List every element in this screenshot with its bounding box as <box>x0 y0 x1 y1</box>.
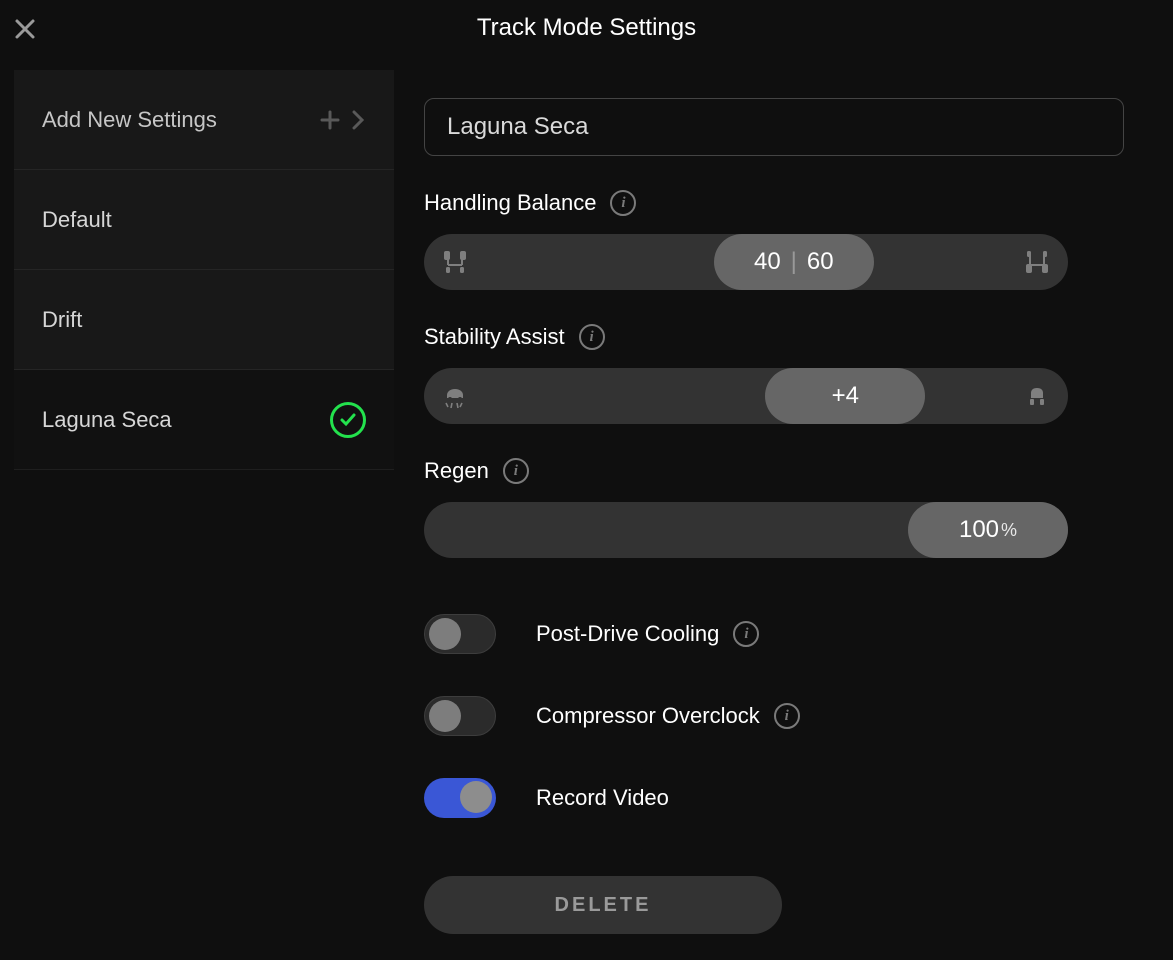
section-regen: Regen i 100% <box>424 458 1124 558</box>
sidebar-item-label: Default <box>42 207 366 233</box>
sidebar-add-new[interactable]: Add New Settings <box>14 70 394 170</box>
record-video-toggle[interactable] <box>424 778 496 818</box>
sidebar-item-drift[interactable]: Drift <box>14 270 394 370</box>
handling-slider[interactable]: 40 | 60 <box>424 234 1068 290</box>
info-icon[interactable]: i <box>579 324 605 350</box>
record-video-label: Record Video <box>536 785 669 811</box>
section-handling: Handling Balance i 40 | 60 <box>424 190 1124 290</box>
regen-slider[interactable]: 100% <box>424 502 1068 558</box>
handling-front-value: 40 <box>754 248 781 276</box>
post-drive-cooling-label: Post-Drive Cooling <box>536 621 719 647</box>
sidebar-item-laguna-seca[interactable]: Laguna Seca <box>14 370 394 470</box>
sidebar-item-default[interactable]: Default <box>14 170 394 270</box>
handling-label: Handling Balance <box>424 190 596 216</box>
settings-panel: Handling Balance i 40 | 60 Stability Ass… <box>424 98 1124 934</box>
delete-button[interactable]: DELETE <box>424 876 782 934</box>
chevron-right-icon <box>350 108 366 132</box>
info-icon[interactable]: i <box>733 621 759 647</box>
regen-unit: % <box>1001 520 1017 541</box>
regen-slider-thumb[interactable]: 100% <box>908 502 1068 558</box>
sidebar-item-label: Drift <box>42 307 366 333</box>
axle-rear-icon <box>1022 247 1052 277</box>
page-title: Track Mode Settings <box>0 14 1173 42</box>
handling-rear-value: 60 <box>807 248 834 276</box>
compressor-overclock-label: Compressor Overclock <box>536 703 760 729</box>
stability-slider[interactable]: +4 <box>424 368 1068 424</box>
toggle-row-record-video: Record Video <box>424 778 1124 818</box>
toggle-row-compressor-overclock: Compressor Overclock i <box>424 696 1124 736</box>
info-icon[interactable]: i <box>503 458 529 484</box>
compressor-overclock-toggle[interactable] <box>424 696 496 736</box>
stability-slider-thumb[interactable]: +4 <box>765 368 925 424</box>
info-icon[interactable]: i <box>610 190 636 216</box>
add-icons-group <box>318 108 366 132</box>
sidebar-add-label: Add New Settings <box>42 107 318 133</box>
plus-icon <box>318 108 342 132</box>
regen-label: Regen <box>424 458 489 484</box>
car-crash-icon <box>440 381 470 411</box>
check-icon <box>330 402 366 438</box>
section-stability: Stability Assist i +4 <box>424 324 1124 424</box>
post-drive-cooling-toggle[interactable] <box>424 614 496 654</box>
profile-name-input[interactable] <box>424 98 1124 156</box>
handling-slider-thumb[interactable]: 40 | 60 <box>714 234 874 290</box>
car-stable-icon <box>1022 381 1052 411</box>
regen-value: 100 <box>959 516 999 544</box>
sidebar-item-label: Laguna Seca <box>42 407 330 433</box>
sidebar: Add New Settings Default Drift Laguna Se… <box>14 70 394 470</box>
stability-label: Stability Assist <box>424 324 565 350</box>
toggle-row-post-drive-cooling: Post-Drive Cooling i <box>424 614 1124 654</box>
stability-value: +4 <box>832 382 859 410</box>
thumb-divider: | <box>791 248 797 276</box>
axle-front-icon <box>440 247 470 277</box>
info-icon[interactable]: i <box>774 703 800 729</box>
